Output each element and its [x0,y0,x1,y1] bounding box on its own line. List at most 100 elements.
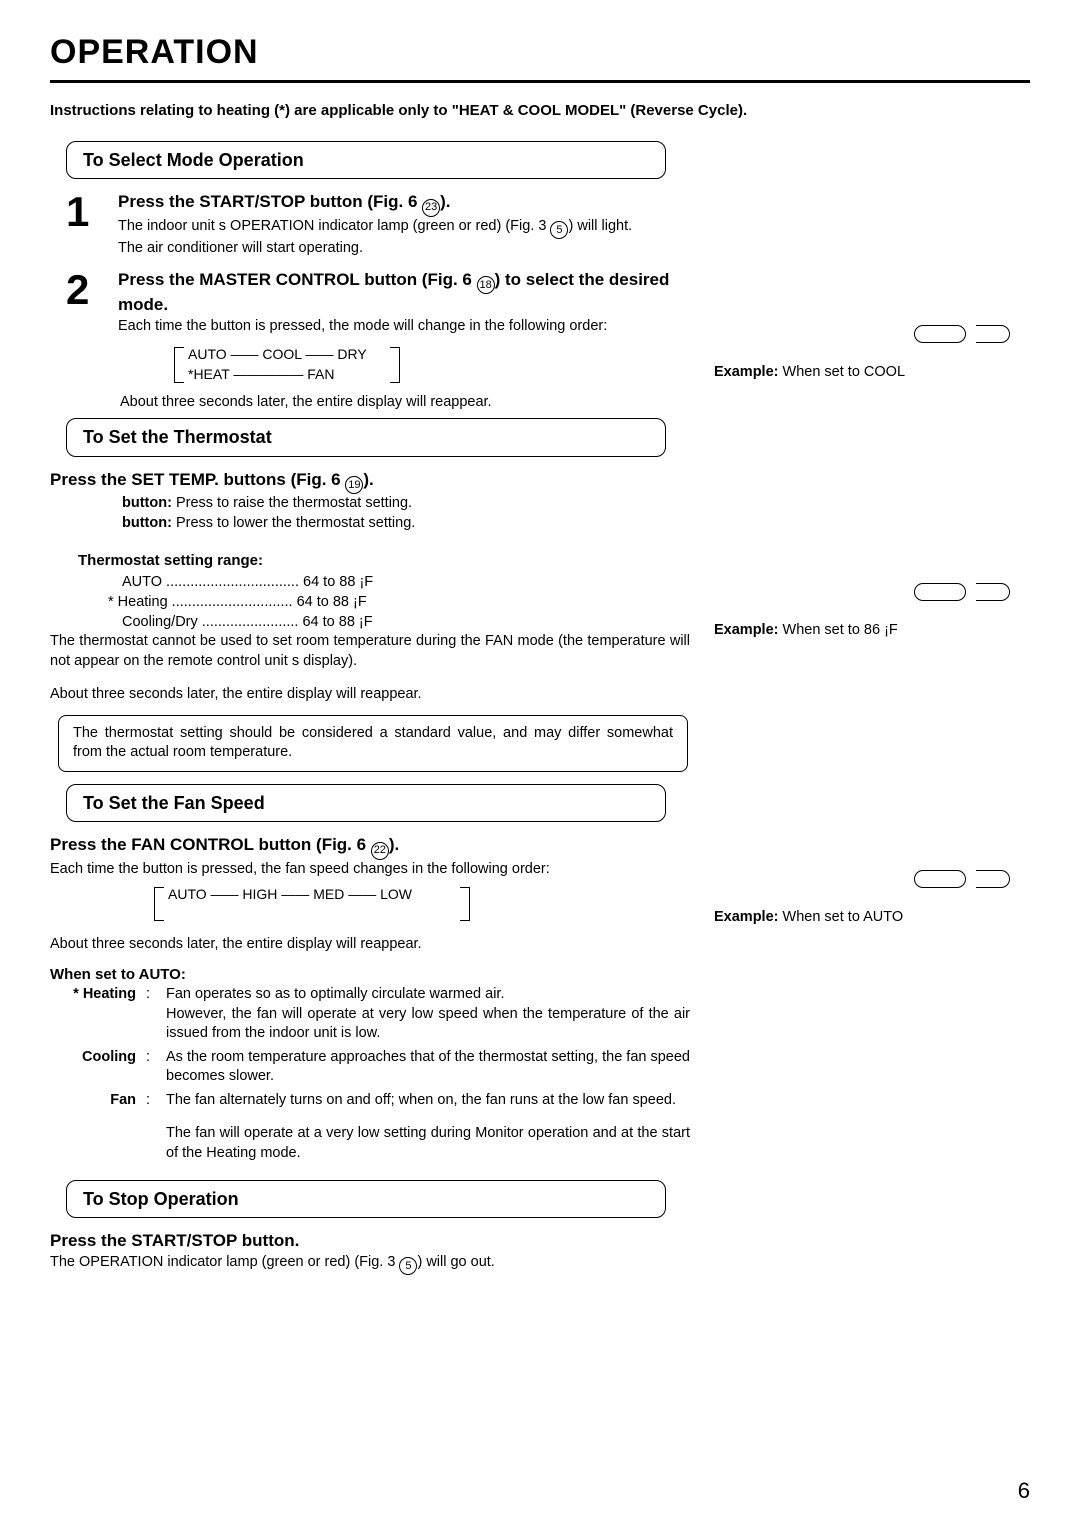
display-pill-icon [976,870,1010,888]
def-cooling: Cooling : As the room temperature approa… [50,1048,690,1087]
def-body: Fan operates so as to optimally circulat… [166,985,690,1044]
example-caption: Example: When set to 86 ¡F [714,621,1030,641]
step-2-after: About three seconds later, the entire di… [120,393,690,413]
display-pill-icon [914,325,966,343]
example-label: Example: [714,909,778,925]
text: Press to lower the thermostat setting. [172,515,415,531]
section-thermostat: To Set the Thermostat [66,418,666,456]
ref-22-icon: 22 [371,842,389,860]
range-auto: AUTO ................................. 6… [122,573,690,593]
text: Press the MASTER CONTROL button (Fig. 6 [118,270,477,289]
bracket-right-icon [460,887,470,921]
bracket-left-icon [174,347,184,383]
text: The OPERATION indicator lamp (green or r… [50,1254,399,1270]
step-1-number: 1 [66,191,100,258]
example-label: Example: [714,364,778,380]
display-pill-icon [914,583,966,601]
page-number: 6 [1018,1476,1030,1506]
mode-cycle-top: AUTO —— COOL —— DRY [188,345,367,364]
thermo-info-box: The thermostat setting should be conside… [58,715,688,772]
def-extra: The fan will operate at a very low setti… [50,1124,690,1163]
ref-18-icon: 18 [477,276,495,294]
colon-empty [146,1124,156,1163]
step-2-desc: Each time the button is pressed, the mod… [118,317,690,337]
ref-5-icon: 5 [399,1257,417,1275]
example-cool: Example: When set to COOL [714,325,1030,383]
display-pill-icon [976,583,1010,601]
fan-heading: Press the FAN CONTROL button (Fig. 6 22)… [50,834,690,859]
button-label: button: [122,515,172,531]
text: ) will go out. [417,1254,494,1270]
auto-definitions: * Heating : Fan operates so as to optima… [50,985,690,1164]
colon: : [146,985,156,1044]
def-body: As the room temperature approaches that … [166,1048,690,1087]
range-cooling: Cooling/Dry ........................ 64 … [122,613,690,633]
ref-19-icon: 19 [345,476,363,494]
page-title: OPERATION [50,30,1030,76]
text: Press the START/STOP button (Fig. 6 [118,192,422,211]
def-heating: * Heating : Fan operates so as to optima… [50,985,690,1044]
thermo-after: About three seconds later, the entire di… [50,685,690,705]
def-label: Fan [50,1091,136,1111]
example-caption: Example: When set to AUTO [714,908,1030,928]
display-placeholder [714,870,1010,888]
step-1-line: The indoor unit s OPERATION indicator la… [118,217,690,239]
ref-5-icon: 5 [550,221,568,239]
thermo-range-head: Thermostat setting range: [78,551,690,571]
thermo-lower: button: Press to lower the thermostat se… [122,514,690,534]
def-fan: Fan : The fan alternately turns on and o… [50,1091,690,1111]
ref-23-icon: 23 [422,199,440,217]
mode-cycle-bottom: *HEAT ————— FAN [188,365,335,384]
text: ). [440,192,450,211]
right-column: Example: When set to COOL Example: When … [714,135,1030,1275]
example-text: When set to 86 ¡F [778,622,897,638]
bracket-left-icon [154,887,164,921]
main-layout: To Select Mode Operation 1 Press the STA… [50,135,1030,1275]
text: ). [389,835,399,854]
def-body: The fan alternately turns on and off; wh… [166,1091,690,1111]
display-pill-icon [976,325,1010,343]
example-text: When set to COOL [778,364,905,380]
example-caption: Example: When set to COOL [714,363,1030,383]
range-heating: * Heating ..............................… [108,593,690,613]
example-text: When set to AUTO [778,909,903,925]
fan-auto-head: When set to AUTO: [50,965,690,985]
text: Press the SET TEMP. buttons (Fig. 6 [50,470,345,489]
fan-cycle-diagram: AUTO —— HIGH —— MED —— LOW [160,885,520,929]
colon: : [146,1091,156,1111]
title-rule [50,80,1030,83]
def-label: * Heating [50,985,136,1044]
thermo-raise: button: Press to raise the thermostat se… [122,494,690,514]
bracket-right-icon [390,347,400,383]
display-placeholder [714,583,1010,601]
step-1-line2: The air conditioner will start operating… [118,239,690,259]
display-placeholder [714,325,1010,343]
section-fan-speed: To Set the Fan Speed [66,784,666,822]
left-column: To Select Mode Operation 1 Press the STA… [50,135,690,1275]
example-auto: Example: When set to AUTO [714,870,1030,928]
text: ) will light. [568,218,632,234]
step-1-heading: Press the START/STOP button (Fig. 6 23). [118,191,690,216]
heating-note: Instructions relating to heating (*) are… [50,101,1030,121]
def-label: Cooling [50,1048,136,1087]
colon: : [146,1048,156,1087]
stop-heading: Press the START/STOP button. [50,1230,690,1253]
step-1: 1 Press the START/STOP button (Fig. 6 23… [66,191,690,258]
stop-body: The OPERATION indicator lamp (green or r… [50,1253,690,1275]
thermo-note: The thermostat cannot be used to set roo… [50,632,690,671]
fan-after: About three seconds later, the entire di… [50,935,690,955]
thermo-heading: Press the SET TEMP. buttons (Fig. 6 19). [50,469,690,494]
example-label: Example: [714,622,778,638]
fan-cycle-text: AUTO —— HIGH —— MED —— LOW [168,885,412,904]
display-pill-icon [914,870,966,888]
step-2-number: 2 [66,269,100,337]
def-label-empty [50,1124,136,1163]
mode-cycle-diagram: AUTO —— COOL —— DRY *HEAT ————— FAN [180,345,460,389]
text: Press to raise the thermostat setting. [172,495,412,511]
text: The indoor unit s OPERATION indicator la… [118,218,550,234]
step-2: 2 Press the MASTER CONTROL button (Fig. … [66,269,690,337]
example-temp: Example: When set to 86 ¡F [714,583,1030,641]
text: Press the FAN CONTROL button (Fig. 6 [50,835,371,854]
section-stop: To Stop Operation [66,1180,666,1218]
section-select-mode: To Select Mode Operation [66,141,666,179]
